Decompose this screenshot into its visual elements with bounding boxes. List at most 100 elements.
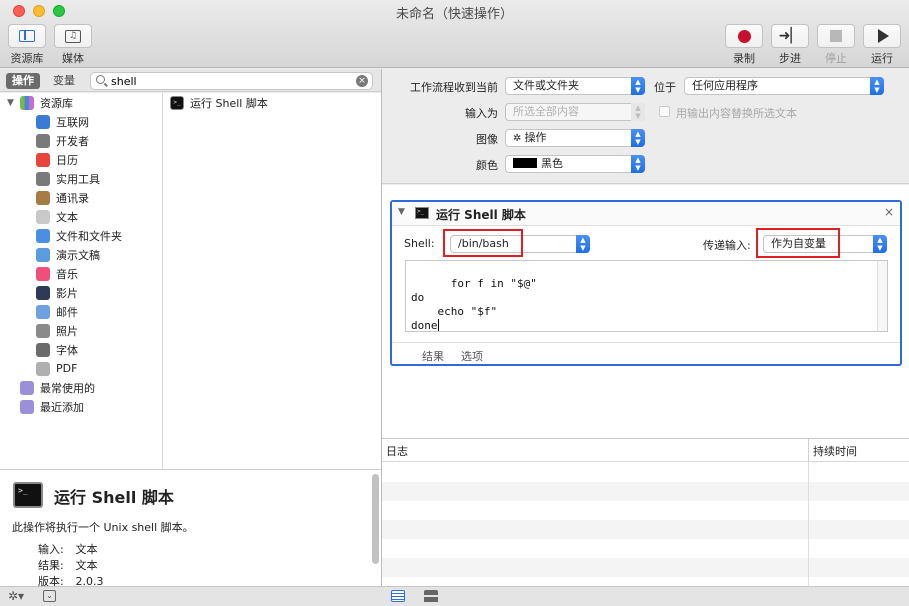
- script-editor[interactable]: for f in "$@" do echo "$f" done: [405, 260, 888, 332]
- action-result-item[interactable]: >_ 运行 Shell 脚本: [164, 93, 381, 112]
- text-caret: [437, 319, 439, 331]
- tab-results[interactable]: 结果: [422, 348, 444, 364]
- stop-button[interactable]: [817, 24, 855, 48]
- log-row: [382, 520, 909, 539]
- stop-icon: [830, 30, 842, 42]
- detail-result-row: 结果: 文本: [38, 557, 98, 573]
- library-category-item[interactable]: 文本: [0, 207, 162, 226]
- disclosure-triangle-icon[interactable]: ▼: [7, 98, 17, 108]
- library-category-item[interactable]: 邮件: [0, 302, 162, 321]
- library-category-item[interactable]: 文件和文件夹: [0, 226, 162, 245]
- detail-scrollbar[interactable]: [372, 474, 379, 564]
- action-result-label: 运行 Shell 脚本: [190, 96, 268, 110]
- library-root-item[interactable]: ▼ 资源库: [0, 93, 162, 112]
- library-category-item[interactable]: 照片: [0, 321, 162, 340]
- image-select[interactable]: ✲ 操作 ▲ ▼: [505, 129, 645, 147]
- library-toolbar: 操作 变量 ×: [0, 69, 381, 92]
- detail-version-row: 版本: 2.0.3: [38, 573, 104, 586]
- tools-icon: [36, 133, 50, 148]
- library-category-item[interactable]: 开发者: [0, 131, 162, 150]
- library-category-item[interactable]: 影片: [0, 283, 162, 302]
- library-category-item[interactable]: 实用工具: [0, 169, 162, 188]
- library-category-label: 邮件: [56, 305, 78, 319]
- detail-title: 运行 Shell 脚本: [54, 488, 174, 507]
- select-arrows-icon: ▲ ▼: [576, 235, 590, 253]
- run-shell-script-action[interactable]: ▼ >_ 运行 Shell 脚本 × Shell: /bin/bash ▲ ▼ 传…: [390, 200, 902, 366]
- library-category-label: 日历: [56, 153, 78, 167]
- collapse-triangle-icon[interactable]: ▼: [398, 207, 405, 217]
- pdf-icon: [36, 361, 50, 376]
- smart-group-item[interactable]: 最常使用的: [0, 378, 162, 397]
- utilities-icon: [36, 171, 50, 186]
- action-description-panel: >_ 运行 Shell 脚本 此操作将执行一个 Unix shell 脚本。 输…: [0, 469, 381, 586]
- color-label: 颜色: [476, 159, 498, 172]
- input-is-select[interactable]: 所选全部内容 ▲ ▼: [505, 103, 645, 121]
- library-category-label: 文件和文件夹: [56, 229, 122, 243]
- script-scrollbar[interactable]: [877, 261, 887, 331]
- presentation-icon: [36, 247, 50, 262]
- log-column-header[interactable]: 日志: [386, 443, 408, 459]
- select-arrows-icon: ▲ ▼: [873, 235, 887, 253]
- library-category-item[interactable]: 音乐: [0, 264, 162, 283]
- library-category-label: PDF: [56, 362, 78, 375]
- column-divider[interactable]: [808, 439, 809, 462]
- play-icon: [878, 29, 889, 43]
- media-label: 媒体: [62, 52, 84, 65]
- search-input[interactable]: [111, 74, 351, 88]
- image-value: 操作: [524, 131, 547, 144]
- library-category-item[interactable]: 互联网: [0, 112, 162, 131]
- tab-options[interactable]: 选项: [461, 348, 483, 364]
- action-results: >_ 运行 Shell 脚本: [164, 93, 381, 469]
- search-icon-handle: [104, 82, 108, 87]
- collapse-panel-icon[interactable]: ⌄: [43, 590, 56, 602]
- log-row: [382, 558, 909, 577]
- media-icon: ♫: [65, 29, 81, 43]
- calendar-icon: [36, 152, 50, 167]
- gear-icon: ✲: [513, 133, 525, 144]
- run-label: 运行: [871, 52, 893, 65]
- terminal-icon: >_: [13, 482, 43, 508]
- run-button[interactable]: [863, 24, 901, 48]
- library-category-item[interactable]: 通讯录: [0, 188, 162, 207]
- smart-group-label: 最近添加: [40, 400, 84, 414]
- tab-actions[interactable]: 操作: [6, 73, 40, 89]
- library-category-item[interactable]: 演示文稿: [0, 245, 162, 264]
- step-icon: ➜▏: [778, 28, 802, 44]
- list-view-icon[interactable]: [391, 590, 405, 602]
- receives-select[interactable]: 文件或文件夹 ▲ ▼: [505, 77, 645, 95]
- library-category-label: 通讯录: [56, 191, 89, 205]
- log-header: 日志 持续时间: [382, 439, 909, 462]
- select-arrows-icon: ▲ ▼: [870, 77, 884, 95]
- library-category-item[interactable]: 字体: [0, 340, 162, 359]
- search-field[interactable]: ×: [90, 72, 373, 90]
- step-button[interactable]: ➜▏: [771, 24, 809, 48]
- record-button[interactable]: [725, 24, 763, 48]
- smart-group-label: 最常使用的: [40, 381, 95, 395]
- library-books-icon: [20, 95, 34, 110]
- stop-label: 停止: [825, 52, 847, 65]
- library-toggle-button[interactable]: [8, 24, 46, 48]
- close-action-icon[interactable]: ×: [884, 205, 894, 219]
- tab-variables[interactable]: 变量: [47, 73, 81, 89]
- workflow-settings: 工作流程收到当前 文件或文件夹 ▲ ▼ 位于 任何应用程序 ▲ ▼ 输入为 所选全部…: [382, 69, 909, 184]
- input-is-value: 所选全部内容: [513, 105, 579, 118]
- action-title: 运行 Shell 脚本: [436, 208, 526, 222]
- replace-checkbox[interactable]: [659, 106, 670, 117]
- in-label: 位于: [654, 81, 676, 94]
- detail-version-key: 版本:: [38, 575, 64, 586]
- gear-menu-icon[interactable]: ✲▾: [8, 589, 24, 603]
- library-category-item[interactable]: 日历: [0, 150, 162, 169]
- media-button[interactable]: ♫: [54, 24, 92, 48]
- color-select[interactable]: 黑色 ▲ ▼: [505, 155, 645, 173]
- clear-search-icon[interactable]: ×: [356, 75, 368, 87]
- library-category-label: 演示文稿: [56, 248, 100, 262]
- flow-view-icon[interactable]: [424, 590, 438, 603]
- application-select[interactable]: 任何应用程序 ▲ ▼: [684, 77, 884, 95]
- status-bar: ✲▾ ⌄: [0, 586, 909, 606]
- duration-column-header[interactable]: 持续时间: [813, 443, 857, 459]
- column-divider-line: [808, 462, 809, 587]
- log-row: [382, 482, 909, 501]
- pass-input-label: 传递输入:: [703, 239, 751, 252]
- library-category-item[interactable]: PDF: [0, 359, 162, 378]
- smart-group-item[interactable]: 最近添加: [0, 397, 162, 416]
